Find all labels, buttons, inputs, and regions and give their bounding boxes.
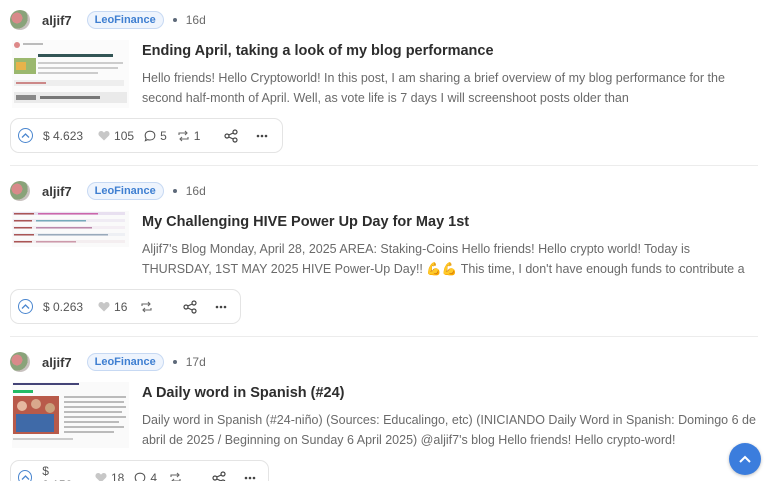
community-badge[interactable]: LeoFinance (86, 353, 164, 371)
author-name[interactable]: aljif7 (42, 355, 72, 370)
post-meta: aljif7 LeoFinance 16d (10, 9, 206, 31)
scroll-to-top-button[interactable] (729, 443, 761, 475)
heart-icon (98, 131, 110, 141)
separator-dot (172, 189, 177, 193)
divider (10, 165, 758, 166)
post-title[interactable]: My Challenging HIVE Power Up Day for May… (142, 214, 469, 230)
comments-count: 5 (160, 128, 167, 143)
share-icon (183, 299, 198, 314)
post-age: 16d (185, 184, 206, 198)
share-button[interactable] (212, 470, 226, 481)
chevron-up-circle-icon[interactable] (18, 128, 33, 143)
share-button[interactable] (224, 128, 239, 143)
community-badge[interactable]: LeoFinance (86, 182, 164, 200)
author-avatar[interactable] (10, 10, 30, 30)
comment-icon (144, 130, 156, 142)
chevron-up-icon (739, 455, 751, 463)
reblog-icon (178, 130, 189, 141)
post-meta: aljif7 LeoFinance 17d (10, 351, 206, 373)
author-name[interactable]: aljif7 (42, 184, 72, 199)
post-title[interactable]: A Daily word in Spanish (#24) (142, 385, 345, 401)
more-icon (216, 305, 227, 308)
post-age: 16d (185, 13, 206, 27)
comments-button[interactable]: 5 (144, 129, 167, 143)
reblog-icon (170, 472, 181, 481)
reblog-button[interactable]: 1 (177, 128, 201, 143)
share-icon (224, 128, 239, 143)
reblog-button[interactable] (140, 301, 153, 313)
comments-count: 4 (150, 470, 157, 481)
heart-icon (98, 302, 110, 312)
share-icon (212, 470, 226, 481)
author-avatar[interactable] (10, 181, 30, 201)
post-actions: $ 4.623 105 5 1 (10, 118, 283, 153)
heart-icon (95, 473, 107, 481)
votes-count: 18 (110, 470, 125, 481)
votes-button[interactable]: 105 (98, 129, 134, 143)
votes-count: 105 (114, 128, 135, 143)
post-excerpt[interactable]: Daily word in Spanish (#24-niño) (Source… (142, 411, 758, 450)
divider (10, 336, 758, 337)
comment-icon (134, 472, 146, 481)
separator-dot (172, 18, 177, 22)
more-button[interactable] (244, 476, 256, 480)
post-actions: $ 0.150 18 4 (10, 460, 269, 481)
reblog-button[interactable] (169, 472, 182, 481)
votes-button[interactable]: 16 (98, 300, 127, 314)
more-button[interactable] (256, 134, 268, 138)
post-meta: aljif7 LeoFinance 16d (10, 180, 206, 202)
reblogs-count: 1 (193, 128, 201, 143)
share-button[interactable] (183, 299, 198, 314)
payout-value[interactable]: $ 0.263 (43, 300, 83, 314)
votes-button[interactable]: 18 (95, 471, 124, 481)
post-excerpt[interactable]: Aljif7's Blog Monday, April 28, 2025 ARE… (142, 240, 758, 279)
post-thumbnail[interactable] (12, 211, 129, 247)
more-icon (257, 134, 268, 137)
post-excerpt[interactable]: Hello friends! Hello Cryptoworld! In thi… (142, 69, 758, 108)
more-button[interactable] (215, 305, 227, 309)
payout-value[interactable]: $ 4.623 (43, 129, 83, 143)
author-name[interactable]: aljif7 (42, 13, 72, 28)
reblog-icon (141, 301, 152, 312)
comments-button[interactable]: 4 (134, 471, 157, 481)
post-age: 17d (185, 355, 206, 369)
post-title[interactable]: Ending April, taking a look of my blog p… (142, 43, 494, 59)
votes-count: 16 (114, 299, 128, 314)
chevron-up-circle-icon[interactable] (18, 299, 33, 314)
post-thumbnail[interactable] (12, 40, 129, 108)
post-actions: $ 0.263 16 (10, 289, 241, 324)
more-icon (244, 476, 256, 479)
chevron-up-circle-icon[interactable] (18, 470, 33, 481)
community-badge[interactable]: LeoFinance (86, 11, 164, 29)
author-avatar[interactable] (10, 352, 30, 372)
payout-value[interactable]: $ 0.150 (42, 464, 80, 481)
separator-dot (172, 360, 177, 364)
post-thumbnail[interactable] (12, 382, 129, 448)
